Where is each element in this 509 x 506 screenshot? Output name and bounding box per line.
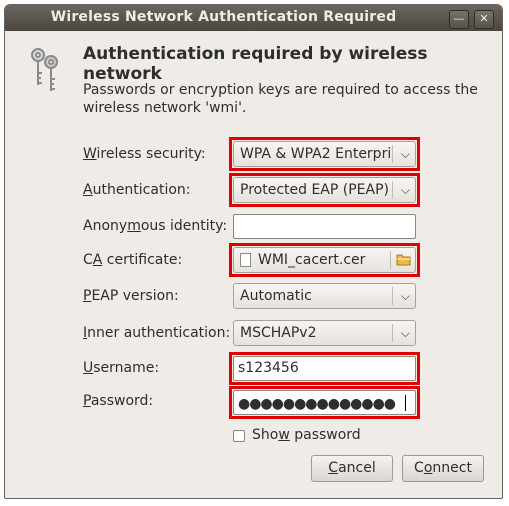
password-label: Password: <box>83 393 154 409</box>
ca-certificate-chooser[interactable]: WMI_cacert.cer <box>233 247 416 273</box>
combo-separator <box>392 181 393 199</box>
dialog-description: Passwords or encryption keys are require… <box>83 82 478 116</box>
ca-certificate-label: CA certificate: <box>83 252 183 268</box>
minimize-button[interactable]: — <box>449 10 469 29</box>
chevron-down-icon: ⌵ <box>400 326 410 340</box>
authentication-label: Authentication: <box>83 182 191 198</box>
show-password-checkbox[interactable] <box>233 430 245 442</box>
inner-authentication-label: Inner authentication: <box>83 325 231 341</box>
chevron-down-icon: ⌵ <box>400 289 410 303</box>
username-label: Username: <box>83 360 160 376</box>
titlebar[interactable]: Wireless Network Authentication Required… <box>5 5 502 31</box>
anonymous-identity-field[interactable] <box>233 214 416 239</box>
inner-authentication-value: MSCHAPv2 <box>240 325 317 341</box>
connect-button[interactable]: Connect <box>402 455 484 482</box>
peap-version-label: PEAP version: <box>83 288 179 304</box>
chevron-down-icon: ⌵ <box>400 183 410 197</box>
window-title: Wireless Network Authentication Required <box>50 9 397 25</box>
chevron-down-icon: ⌵ <box>400 147 410 161</box>
ca-certificate-value: WMI_cacert.cer <box>258 252 366 268</box>
document-icon <box>240 253 251 267</box>
authentication-value: Protected EAP (PEAP) <box>240 182 389 198</box>
anonymous-identity-label: Anonymous identity: <box>83 218 228 234</box>
auth-dialog: Wireless Network Authentication Required… <box>4 4 503 499</box>
peap-version-value: Automatic <box>240 288 312 304</box>
username-field[interactable]: s123456 <box>233 356 416 381</box>
wireless-security-value: WPA & WPA2 Enterprise <box>240 146 392 162</box>
wireless-security-label: Wireless security: <box>83 146 206 162</box>
authentication-combo[interactable]: Protected EAP (PEAP) ⌵ <box>233 177 416 203</box>
text-caret <box>405 395 406 411</box>
folder-icon <box>396 254 411 266</box>
password-value: ●●●●●●●●●●●●●● <box>238 396 396 412</box>
inner-authentication-combo[interactable]: MSCHAPv2 ⌵ <box>233 320 416 346</box>
combo-separator <box>392 287 393 305</box>
password-field[interactable]: ●●●●●●●●●●●●●● <box>233 390 416 415</box>
peap-version-combo[interactable]: Automatic ⌵ <box>233 283 416 309</box>
dialog-heading: Authentication required by wireless netw… <box>83 44 428 84</box>
combo-separator <box>392 145 393 163</box>
close-button[interactable]: ✕ <box>474 10 494 29</box>
wireless-security-combo[interactable]: WPA & WPA2 Enterprise ⌵ <box>233 141 416 167</box>
show-password-label[interactable]: Show password <box>252 427 361 443</box>
combo-separator <box>392 324 393 342</box>
username-value: s123456 <box>238 360 299 376</box>
cancel-button[interactable]: Cancel <box>311 455 393 482</box>
chooser-separator <box>390 251 391 269</box>
keys-icon <box>31 48 58 91</box>
